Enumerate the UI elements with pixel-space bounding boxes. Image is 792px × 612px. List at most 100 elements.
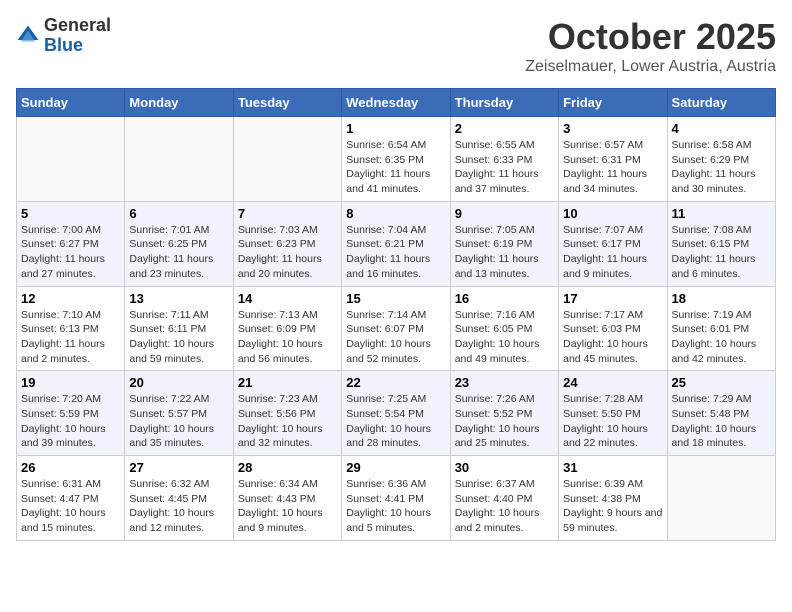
day-number: 28 <box>238 460 337 475</box>
day-number: 24 <box>563 375 662 390</box>
day-number: 4 <box>672 121 771 136</box>
day-number: 16 <box>455 291 554 306</box>
day-info: Sunrise: 7:04 AM Sunset: 6:21 PM Dayligh… <box>346 223 445 282</box>
day-info: Sunrise: 7:22 AM Sunset: 5:57 PM Dayligh… <box>129 392 228 451</box>
calendar-cell <box>667 456 775 541</box>
calendar-cell: 21 Sunrise: 7:23 AM Sunset: 5:56 PM Dayli… <box>233 371 341 456</box>
day-number: 15 <box>346 291 445 306</box>
day-info: Sunrise: 7:01 AM Sunset: 6:25 PM Dayligh… <box>129 223 228 282</box>
calendar-cell: 30 Sunrise: 6:37 AM Sunset: 4:40 PM Dayli… <box>450 456 558 541</box>
day-number: 9 <box>455 206 554 221</box>
day-number: 27 <box>129 460 228 475</box>
day-info: Sunrise: 6:54 AM Sunset: 6:35 PM Dayligh… <box>346 138 445 197</box>
day-number: 8 <box>346 206 445 221</box>
calendar-cell: 14Sunrise: 7:13 AM Sunset: 6:09 PM Dayli… <box>233 286 341 371</box>
day-info: Sunrise: 6:31 AM Sunset: 4:47 PM Dayligh… <box>21 477 120 536</box>
day-info: Sunrise: 7:23 AM Sunset: 5:56 PM Dayligh… <box>238 392 337 451</box>
header-tuesday: Tuesday <box>233 89 341 117</box>
calendar-cell <box>125 117 233 202</box>
calendar-cell: 8 Sunrise: 7:04 AM Sunset: 6:21 PM Daylig… <box>342 201 450 286</box>
calendar-cell: 12 Sunrise: 7:10 AM Sunset: 6:13 PM Dayli… <box>17 286 125 371</box>
day-info: Sunrise: 7:03 AM Sunset: 6:23 PM Dayligh… <box>238 223 337 282</box>
day-info: Sunrise: 7:19 AM Sunset: 6:01 PM Dayligh… <box>672 308 771 367</box>
calendar-cell: 24 Sunrise: 7:28 AM Sunset: 5:50 PM Dayli… <box>559 371 667 456</box>
day-number: 17 <box>563 291 662 306</box>
day-info: Sunrise: 6:36 AM Sunset: 4:41 PM Dayligh… <box>346 477 445 536</box>
day-info: Sunrise: 6:39 AM Sunset: 4:38 PM Dayligh… <box>563 477 662 536</box>
day-number: 11 <box>672 206 771 221</box>
header-saturday: Saturday <box>667 89 775 117</box>
logo: General Blue <box>16 16 111 56</box>
day-number: 29 <box>346 460 445 475</box>
calendar-cell: 2Sunrise: 6:55 AM Sunset: 6:33 PM Daylig… <box>450 117 558 202</box>
day-info: Sunrise: 6:58 AM Sunset: 6:29 PM Dayligh… <box>672 138 771 197</box>
day-info: Sunrise: 6:57 AM Sunset: 6:31 PM Dayligh… <box>563 138 662 197</box>
calendar-cell: 17Sunrise: 7:17 AM Sunset: 6:03 PM Dayli… <box>559 286 667 371</box>
calendar-cell <box>233 117 341 202</box>
header-sunday: Sunday <box>17 89 125 117</box>
calendar-cell: 25Sunrise: 7:29 AM Sunset: 5:48 PM Dayli… <box>667 371 775 456</box>
page-header: General Blue October 2025 Zeiselmauer, L… <box>16 16 776 76</box>
logo-icon <box>16 24 40 48</box>
calendar-cell: 19Sunrise: 7:20 AM Sunset: 5:59 PM Dayli… <box>17 371 125 456</box>
day-number: 23 <box>455 375 554 390</box>
day-number: 30 <box>455 460 554 475</box>
calendar-cell: 7Sunrise: 7:03 AM Sunset: 6:23 PM Daylig… <box>233 201 341 286</box>
day-info: Sunrise: 7:16 AM Sunset: 6:05 PM Dayligh… <box>455 308 554 367</box>
calendar-cell: 20Sunrise: 7:22 AM Sunset: 5:57 PM Dayli… <box>125 371 233 456</box>
day-info: Sunrise: 7:08 AM Sunset: 6:15 PM Dayligh… <box>672 223 771 282</box>
title-block: October 2025 Zeiselmauer, Lower Austria,… <box>525 16 776 76</box>
location-title: Zeiselmauer, Lower Austria, Austria <box>525 58 776 76</box>
day-info: Sunrise: 7:28 AM Sunset: 5:50 PM Dayligh… <box>563 392 662 451</box>
calendar-table: SundayMondayTuesdayWednesdayThursdayFrid… <box>16 88 776 541</box>
day-info: Sunrise: 7:14 AM Sunset: 6:07 PM Dayligh… <box>346 308 445 367</box>
calendar-cell: 9 Sunrise: 7:05 AM Sunset: 6:19 PM Daylig… <box>450 201 558 286</box>
day-info: Sunrise: 7:29 AM Sunset: 5:48 PM Dayligh… <box>672 392 771 451</box>
day-info: Sunrise: 7:07 AM Sunset: 6:17 PM Dayligh… <box>563 223 662 282</box>
calendar-cell: 28Sunrise: 6:34 AM Sunset: 4:43 PM Dayli… <box>233 456 341 541</box>
day-number: 13 <box>129 291 228 306</box>
calendar-week-row: 5Sunrise: 7:00 AM Sunset: 6:27 PM Daylig… <box>17 201 776 286</box>
day-number: 3 <box>563 121 662 136</box>
calendar-cell: 13 Sunrise: 7:11 AM Sunset: 6:11 PM Dayli… <box>125 286 233 371</box>
calendar-cell: 22Sunrise: 7:25 AM Sunset: 5:54 PM Dayli… <box>342 371 450 456</box>
calendar-cell: 23 Sunrise: 7:26 AM Sunset: 5:52 PM Dayli… <box>450 371 558 456</box>
day-number: 18 <box>672 291 771 306</box>
calendar-header-row: SundayMondayTuesdayWednesdayThursdayFrid… <box>17 89 776 117</box>
calendar-cell: 18 Sunrise: 7:19 AM Sunset: 6:01 PM Dayli… <box>667 286 775 371</box>
calendar-cell: 16 Sunrise: 7:16 AM Sunset: 6:05 PM Dayli… <box>450 286 558 371</box>
calendar-cell: 31Sunrise: 6:39 AM Sunset: 4:38 PM Dayli… <box>559 456 667 541</box>
day-info: Sunrise: 7:10 AM Sunset: 6:13 PM Dayligh… <box>21 308 120 367</box>
header-wednesday: Wednesday <box>342 89 450 117</box>
calendar-week-row: 26 Sunrise: 6:31 AM Sunset: 4:47 PM Dayli… <box>17 456 776 541</box>
calendar-cell: 15 Sunrise: 7:14 AM Sunset: 6:07 PM Dayli… <box>342 286 450 371</box>
day-info: Sunrise: 6:37 AM Sunset: 4:40 PM Dayligh… <box>455 477 554 536</box>
day-number: 12 <box>21 291 120 306</box>
calendar-cell: 4 Sunrise: 6:58 AM Sunset: 6:29 PM Daylig… <box>667 117 775 202</box>
header-thursday: Thursday <box>450 89 558 117</box>
calendar-cell: 3 Sunrise: 6:57 AM Sunset: 6:31 PM Daylig… <box>559 117 667 202</box>
day-info: Sunrise: 7:20 AM Sunset: 5:59 PM Dayligh… <box>21 392 120 451</box>
logo-blue-text: Blue <box>44 35 83 55</box>
calendar-cell: 11 Sunrise: 7:08 AM Sunset: 6:15 PM Dayli… <box>667 201 775 286</box>
day-number: 2 <box>455 121 554 136</box>
calendar-week-row: 19Sunrise: 7:20 AM Sunset: 5:59 PM Dayli… <box>17 371 776 456</box>
day-info: Sunrise: 7:26 AM Sunset: 5:52 PM Dayligh… <box>455 392 554 451</box>
day-number: 10 <box>563 206 662 221</box>
header-monday: Monday <box>125 89 233 117</box>
day-info: Sunrise: 6:32 AM Sunset: 4:45 PM Dayligh… <box>129 477 228 536</box>
month-title: October 2025 <box>525 16 776 58</box>
day-info: Sunrise: 7:13 AM Sunset: 6:09 PM Dayligh… <box>238 308 337 367</box>
day-info: Sunrise: 7:11 AM Sunset: 6:11 PM Dayligh… <box>129 308 228 367</box>
calendar-cell: 5Sunrise: 7:00 AM Sunset: 6:27 PM Daylig… <box>17 201 125 286</box>
calendar-cell: 10 Sunrise: 7:07 AM Sunset: 6:17 PM Dayli… <box>559 201 667 286</box>
day-number: 26 <box>21 460 120 475</box>
day-info: Sunrise: 7:00 AM Sunset: 6:27 PM Dayligh… <box>21 223 120 282</box>
day-number: 6 <box>129 206 228 221</box>
day-number: 21 <box>238 375 337 390</box>
header-friday: Friday <box>559 89 667 117</box>
day-info: Sunrise: 7:05 AM Sunset: 6:19 PM Dayligh… <box>455 223 554 282</box>
calendar-cell: 27 Sunrise: 6:32 AM Sunset: 4:45 PM Dayli… <box>125 456 233 541</box>
day-info: Sunrise: 7:25 AM Sunset: 5:54 PM Dayligh… <box>346 392 445 451</box>
day-number: 1 <box>346 121 445 136</box>
